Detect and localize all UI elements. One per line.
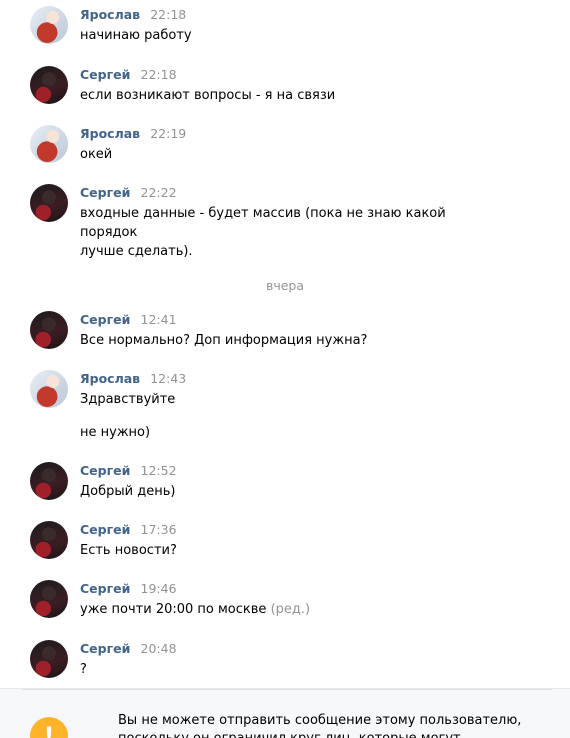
message-text: Есть новости? <box>80 541 500 560</box>
warning-icon: ! <box>30 717 68 738</box>
message-line: Есть новости? <box>80 543 177 558</box>
avatar[interactable] <box>30 580 68 618</box>
avatar[interactable] <box>30 125 68 163</box>
avatar[interactable] <box>30 521 68 559</box>
message-meta: Сергей 22:18 <box>80 67 177 83</box>
author-name[interactable]: Сергей <box>80 641 130 656</box>
message-line-text: уже почти 20:00 по москве <box>80 602 267 617</box>
message-meta: Сергей 20:48 <box>80 641 177 657</box>
message-text: Все нормально? Доп информация нужна? <box>80 331 500 350</box>
author-name[interactable]: Сергей <box>80 581 130 596</box>
message-time[interactable]: 22:22 <box>141 185 177 200</box>
avatar[interactable] <box>30 462 68 500</box>
message-line: окей <box>80 147 113 162</box>
edited-label[interactable]: (ред.) <box>271 602 311 617</box>
message-text: начинаю работу <box>80 26 500 45</box>
send-restriction-notice: ! Вы не можете отправить сообщение этому… <box>0 688 570 738</box>
message-time[interactable]: 22:18 <box>141 67 177 82</box>
message-meta: Ярослав 12:43 <box>80 371 186 387</box>
message-line: уже почти 20:00 по москве (ред.) <box>80 600 500 619</box>
message-line: Все нормально? Доп информация нужна? <box>80 333 368 348</box>
message-meta: Сергей 12:52 <box>80 463 177 479</box>
message-line: если возникают вопросы - я на связи <box>80 88 336 103</box>
message-text: входные данные - будет массив (пока не з… <box>80 204 500 261</box>
message-line: лучше сделать). <box>80 244 193 259</box>
message-line: Добрый день) <box>80 484 176 499</box>
message-text: если возникают вопросы - я на связи <box>80 86 500 105</box>
message-text: Добрый день) <box>80 482 500 501</box>
message-time[interactable]: 20:48 <box>141 641 177 656</box>
message-line: ? <box>80 662 87 677</box>
author-name[interactable]: Сергей <box>80 522 130 537</box>
avatar[interactable] <box>30 370 68 408</box>
message-text: уже почти 20:00 по москве (ред.) <box>80 600 500 619</box>
avatar[interactable] <box>30 66 68 104</box>
message-meta: Сергей 22:22 <box>80 185 177 201</box>
date-divider: вчера <box>265 278 305 293</box>
avatar[interactable] <box>30 6 68 44</box>
message-time[interactable]: 22:19 <box>150 126 186 141</box>
message-meta: Сергей 17:36 <box>80 522 177 538</box>
message-time[interactable]: 12:41 <box>141 312 177 327</box>
message-time[interactable]: 19:46 <box>141 581 177 596</box>
avatar[interactable] <box>30 311 68 349</box>
avatar[interactable] <box>30 184 68 222</box>
message-meta: Сергей 12:41 <box>80 312 177 328</box>
avatar[interactable] <box>30 640 68 678</box>
message-text: ? <box>80 660 500 679</box>
message-time[interactable]: 12:43 <box>150 371 186 386</box>
divider-line <box>22 689 552 690</box>
author-name[interactable]: Ярослав <box>80 126 140 141</box>
message-line: не нужно) <box>80 425 151 440</box>
author-name[interactable]: Ярослав <box>80 7 140 22</box>
message-time[interactable]: 12:52 <box>141 463 177 478</box>
message-meta: Ярослав 22:18 <box>80 7 186 23</box>
author-name[interactable]: Сергей <box>80 312 130 327</box>
notice-text: Вы не можете отправить сообщение этому п… <box>118 713 522 738</box>
message-text: Здравствуйте не нужно) <box>80 390 500 442</box>
message-line: Здравствуйте <box>80 392 176 407</box>
author-name[interactable]: Ярослав <box>80 371 140 386</box>
author-name[interactable]: Сергей <box>80 67 130 82</box>
message-meta: Сергей 19:46 <box>80 581 177 597</box>
message-line: начинаю работу <box>80 28 192 43</box>
author-name[interactable]: Сергей <box>80 463 130 478</box>
chat-history: Ярослав 22:18 начинаю работу Сергей 22:1… <box>0 0 570 738</box>
message-line: входные данные - будет массив (пока не з… <box>80 206 446 240</box>
message-time[interactable]: 17:36 <box>141 522 177 537</box>
message-meta: Ярослав 22:19 <box>80 126 186 142</box>
message-time[interactable]: 22:18 <box>150 7 186 22</box>
author-name[interactable]: Сергей <box>80 185 130 200</box>
message-text: окей <box>80 145 500 164</box>
